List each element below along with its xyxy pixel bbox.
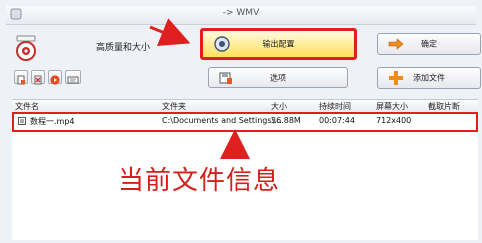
media-info-icon xyxy=(67,76,79,84)
col-header-size[interactable]: 大小 xyxy=(271,101,287,112)
options-label: 选项 xyxy=(270,73,286,82)
arrow-to-output-config xyxy=(149,18,191,46)
col-header-folder[interactable]: 文件夹 xyxy=(162,101,186,112)
add-file-label: 添加文件 xyxy=(413,73,445,83)
title-bar: -> WMV xyxy=(6,6,476,25)
file-table-header: 文件名 文件夹 大小 持续时间 屏幕大小 截取片断 xyxy=(12,99,478,113)
output-config-button[interactable]: 输出配置 xyxy=(200,28,357,60)
ok-label: 确定 xyxy=(421,39,437,49)
annotation-current-file-info: 当前文件信息 xyxy=(118,166,281,196)
play-tool-button[interactable] xyxy=(48,70,62,85)
app-window: -> WMV 高质量和大小 输出配置 确定 选项 添加文件 文件名 文件夹 大小… xyxy=(0,0,482,243)
media-info-tool-button[interactable] xyxy=(65,70,81,84)
remove-icon xyxy=(34,75,42,85)
remove-item-tool-button[interactable] xyxy=(31,70,45,85)
col-header-duration[interactable]: 持续时间 xyxy=(319,101,351,112)
options-button[interactable]: 选项 xyxy=(208,67,348,88)
play-icon xyxy=(50,75,60,85)
profile-label: 高质量和大小 xyxy=(96,43,151,53)
profile-icon[interactable] xyxy=(14,35,38,63)
output-config-label: 输出配置 xyxy=(262,39,295,49)
col-header-filename[interactable]: 文件名 xyxy=(15,101,39,112)
row-highlight-box xyxy=(12,112,478,132)
add-file-button[interactable]: 添加文件 xyxy=(377,67,481,89)
col-header-clip[interactable]: 截取片断 xyxy=(428,101,460,112)
add-item-tool-button[interactable] xyxy=(14,70,28,85)
col-header-screen-size[interactable]: 屏幕大小 xyxy=(376,101,408,112)
window-title: -> WMV xyxy=(222,8,260,18)
file-icon xyxy=(17,75,25,85)
ok-button[interactable]: 确定 xyxy=(377,33,481,55)
